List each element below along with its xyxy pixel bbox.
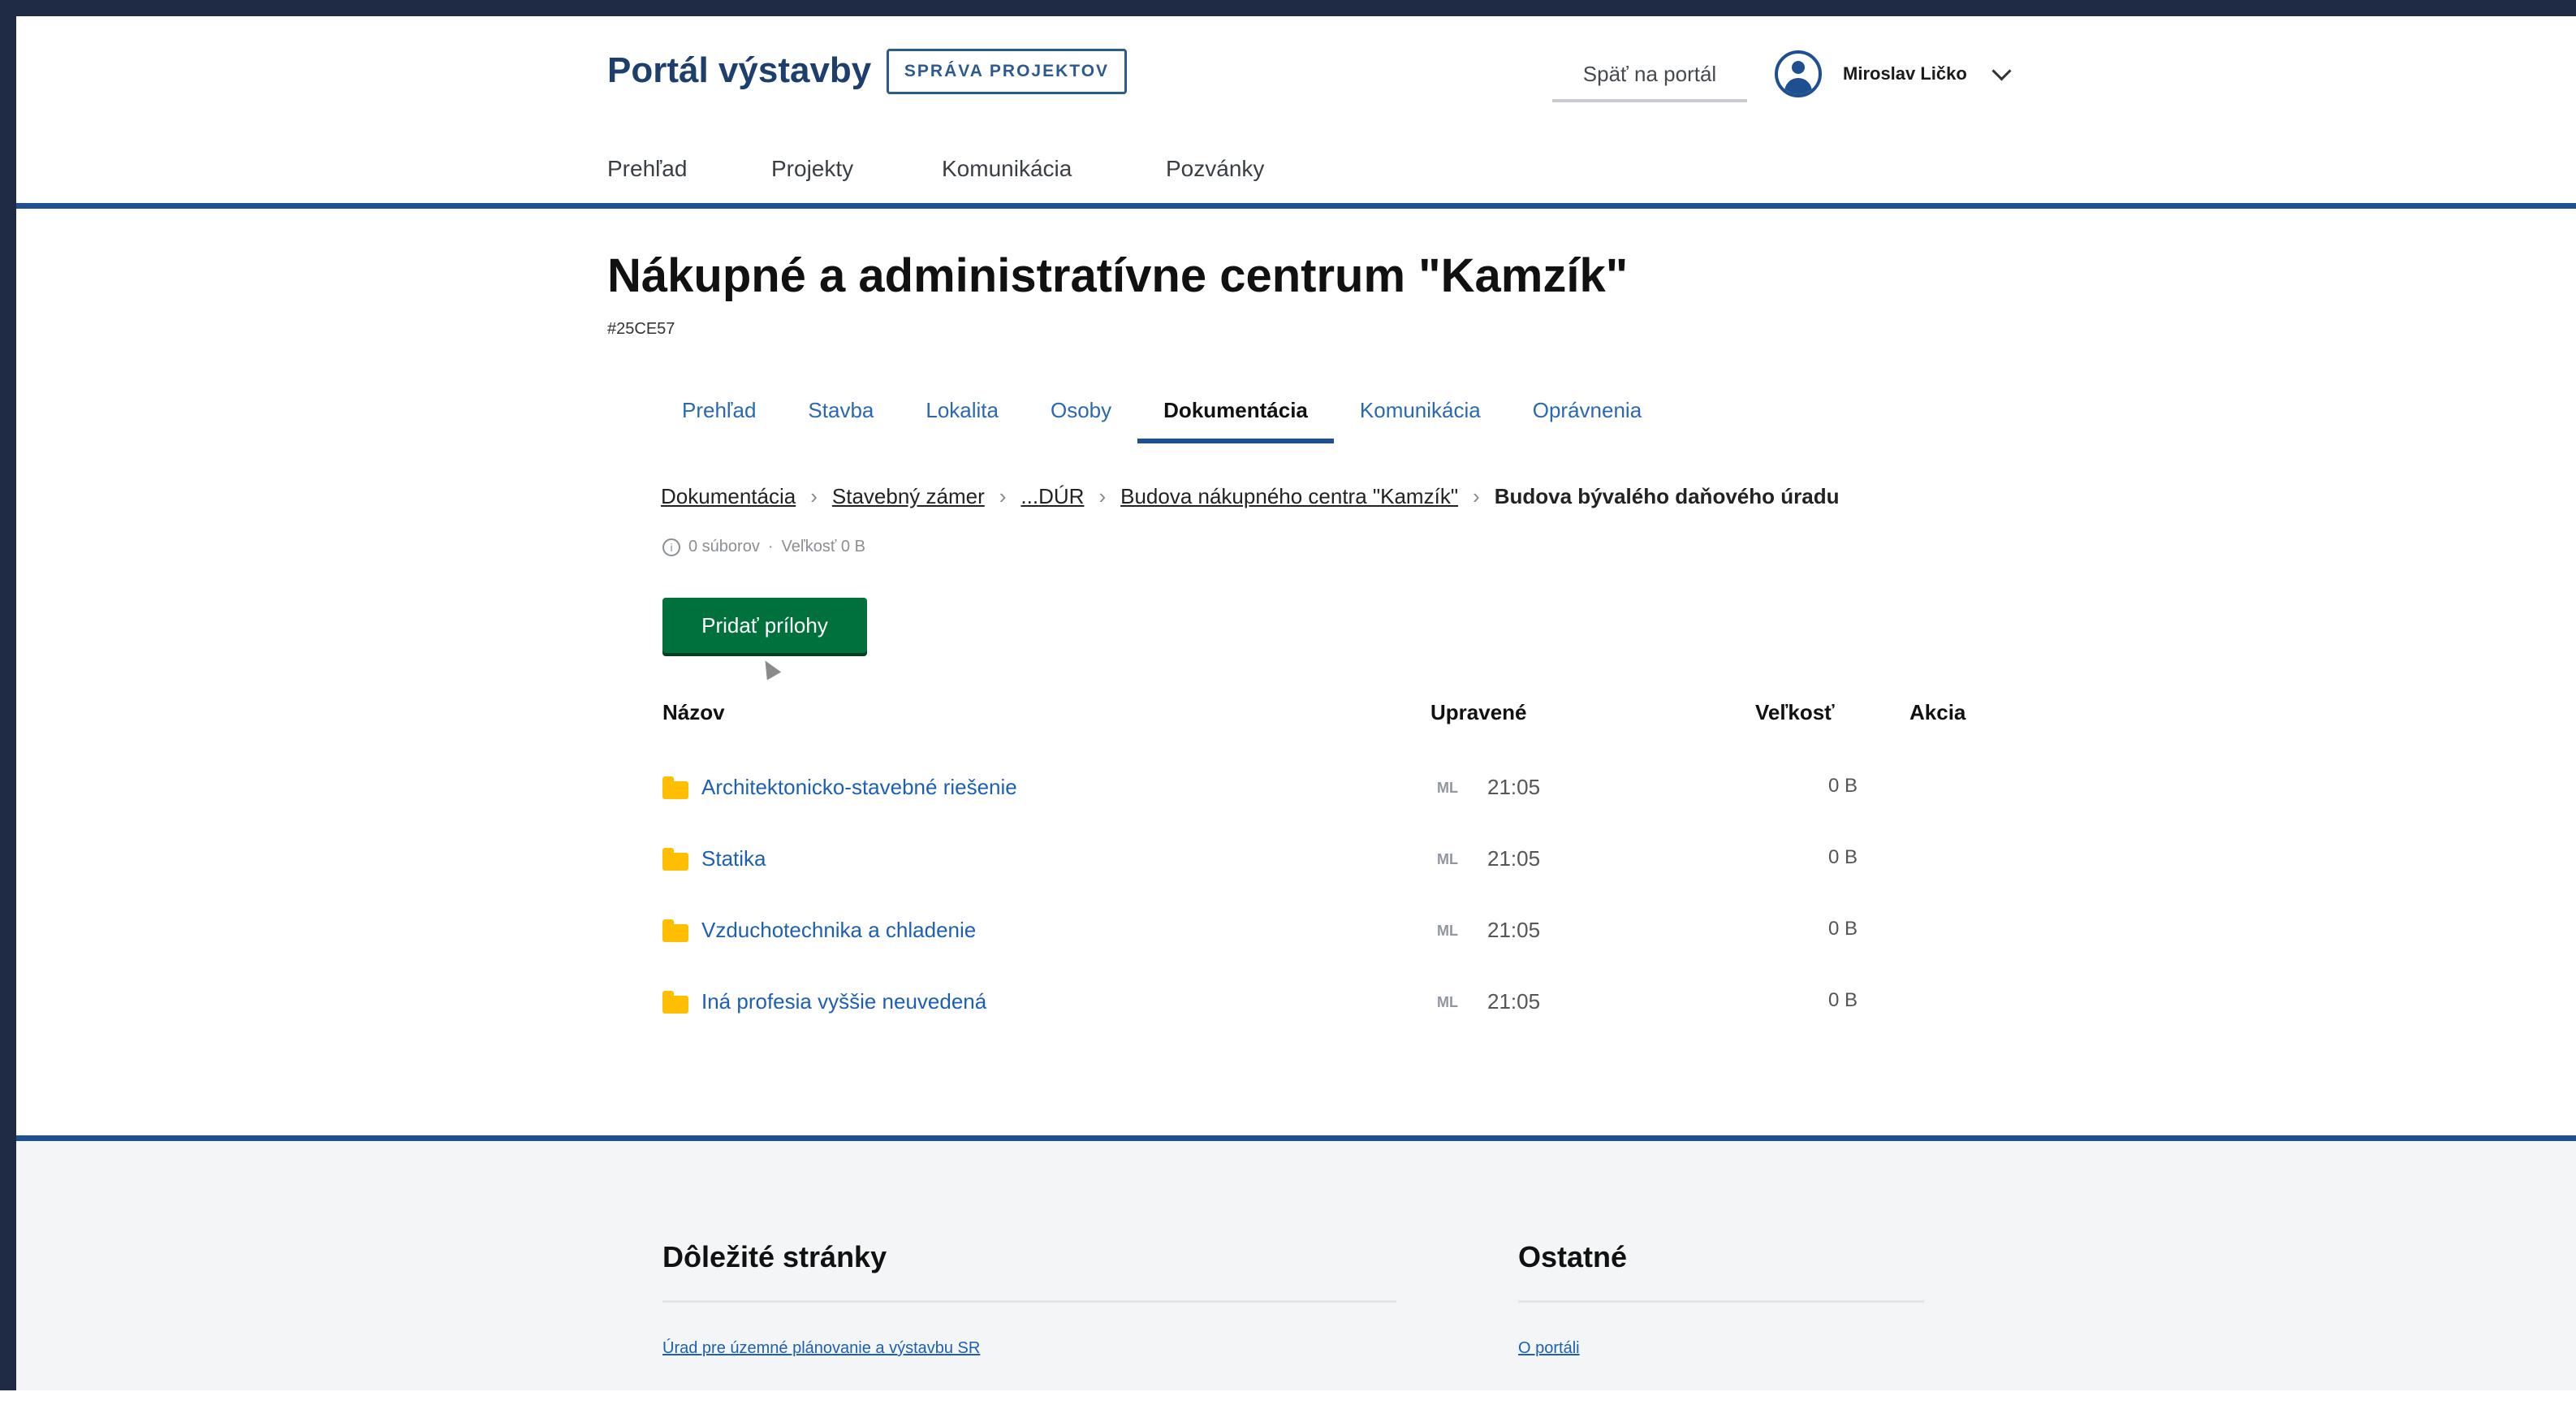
footer-link-office[interactable]: Úrad pre územné plánovanie a výstavbu SR	[662, 1339, 980, 1358]
breadcrumb-item-building-intent[interactable]: Stavebný zámer	[832, 484, 985, 509]
tab-documentation[interactable]: Dokumentácia	[1137, 387, 1334, 443]
modifier-initials: ML	[1437, 923, 1458, 939]
folder-size-cell: 0 B	[1827, 989, 1858, 1011]
modified-time: 21:05	[1487, 989, 1541, 1014]
table-row[interactable]: Statika ML 21:05 0 B	[662, 841, 1971, 890]
modifier-initials: ML	[1437, 851, 1458, 867]
nav-item-overview[interactable]: Prehľad	[607, 156, 771, 182]
mouse-cursor-icon	[757, 656, 782, 681]
breadcrumb-separator-icon: ›	[1098, 484, 1107, 508]
project-tabs: Prehľad Stavba Lokalita Osoby Dokumentác…	[656, 387, 1668, 443]
user-name: Miroslav Ličko	[1843, 63, 1967, 84]
site-brand[interactable]: Portál výstavby	[607, 50, 871, 91]
breadcrumb: Dokumentácia › Stavebný zámer › ... DÚR …	[661, 484, 1839, 509]
footer-link-about[interactable]: O portáli	[1518, 1339, 1580, 1358]
breadcrumb-item-documentation[interactable]: Dokumentácia	[661, 484, 796, 509]
folder-size-cell: 0 B	[1827, 918, 1858, 940]
breadcrumb-separator-icon: ›	[999, 484, 1007, 508]
site-footer: Dôležité stránky Úrad pre územné plánova…	[16, 1141, 2576, 1390]
tab-construction[interactable]: Stavba	[782, 387, 900, 432]
folder-name-link[interactable]: Architektonicko-stavebné riešenie	[701, 775, 1017, 800]
folder-icon	[662, 919, 688, 942]
breadcrumb-separator-icon: ›	[1473, 484, 1480, 508]
breadcrumb-item-dur[interactable]: DÚR	[1038, 484, 1084, 509]
info-icon: i	[662, 538, 680, 556]
folder-icon	[662, 848, 688, 871]
tab-overview[interactable]: Prehľad	[656, 387, 782, 432]
nav-item-projects[interactable]: Projekty	[771, 156, 942, 182]
tab-permissions[interactable]: Oprávnenia	[1507, 387, 1668, 432]
modified-time: 21:05	[1487, 775, 1541, 799]
breadcrumb-separator-icon: ›	[810, 484, 818, 508]
folder-item-count: 0 súborov	[688, 538, 760, 556]
nav-item-invitations[interactable]: Pozvánky	[1166, 156, 1296, 182]
window-frame-left	[0, 0, 16, 1405]
user-menu[interactable]: Miroslav Ličko	[1775, 50, 2012, 97]
folder-size-cell: 0 B	[1827, 846, 1858, 868]
window-frame-bottom	[0, 1390, 2576, 1405]
folder-name-link[interactable]: Statika	[701, 846, 766, 871]
footer-heading-other: Ostatné	[1518, 1240, 1628, 1273]
window-frame-top	[0, 0, 2576, 16]
modifier-initials: ML	[1437, 994, 1458, 1010]
back-to-portal-button[interactable]: Späť na portál	[1552, 49, 1747, 102]
folder-meta: i 0 súborov · Veľkosť 0 B	[662, 538, 865, 556]
footer-rule	[1518, 1300, 1924, 1303]
folder-icon	[662, 776, 688, 799]
table-row[interactable]: Vzduchotechnika a chladenie ML 21:05 0 B	[662, 913, 1971, 962]
column-header-modified[interactable]: Upravené	[1430, 700, 1527, 725]
table-row[interactable]: Architektonicko-stavebné riešenie ML 21:…	[662, 770, 1971, 819]
folder-size: Veľkosť 0 B	[781, 538, 865, 556]
add-attachments-button[interactable]: Pridať prílohy	[662, 598, 867, 653]
tab-communication[interactable]: Komunikácia	[1334, 387, 1507, 432]
project-management-badge: SPRÁVA PROJEKTOV	[887, 49, 1127, 94]
folder-icon	[662, 991, 688, 1014]
page-title: Nákupné a administratívne centrum "Kamzí…	[607, 249, 1629, 302]
column-header-size[interactable]: Veľkosť	[1755, 700, 1835, 725]
footer-rule	[662, 1300, 1396, 1303]
user-avatar-icon	[1775, 50, 1822, 97]
modified-time: 21:05	[1487, 918, 1541, 942]
column-header-action: Akcia	[1909, 700, 1966, 724]
table-row[interactable]: Iná profesia vyššie neuvedená ML 21:05 0…	[662, 984, 1971, 1033]
modifier-initials: ML	[1437, 780, 1458, 796]
column-header-name[interactable]: Názov	[662, 700, 725, 725]
main-navigation: Prehľad Projekty Komunikácia Pozvánky	[607, 156, 1296, 182]
breadcrumb-item-shopping-centre[interactable]: Budova nákupného centra "Kamzík"	[1120, 484, 1458, 509]
tab-persons[interactable]: Osoby	[1025, 387, 1137, 432]
folder-name-link[interactable]: Iná profesia vyššie neuvedená	[701, 989, 986, 1014]
folder-name-link[interactable]: Vzduchotechnika a chladenie	[701, 918, 976, 943]
footer-heading-important: Dôležité stránky	[662, 1240, 887, 1273]
breadcrumb-item-ellipsis[interactable]: ...	[1020, 484, 1038, 509]
header-divider	[16, 203, 2576, 209]
tab-location[interactable]: Lokalita	[900, 387, 1025, 432]
project-code: #25CE57	[607, 320, 675, 338]
meta-separator: ·	[767, 538, 774, 556]
folder-size-cell: 0 B	[1827, 775, 1858, 797]
breadcrumb-item-current: Budova bývalého daňového úradu	[1494, 484, 1840, 508]
modified-time: 21:05	[1487, 846, 1541, 871]
chevron-down-icon[interactable]	[1991, 60, 2012, 81]
nav-item-communication[interactable]: Komunikácia	[942, 156, 1166, 182]
footer-divider	[16, 1135, 2576, 1141]
